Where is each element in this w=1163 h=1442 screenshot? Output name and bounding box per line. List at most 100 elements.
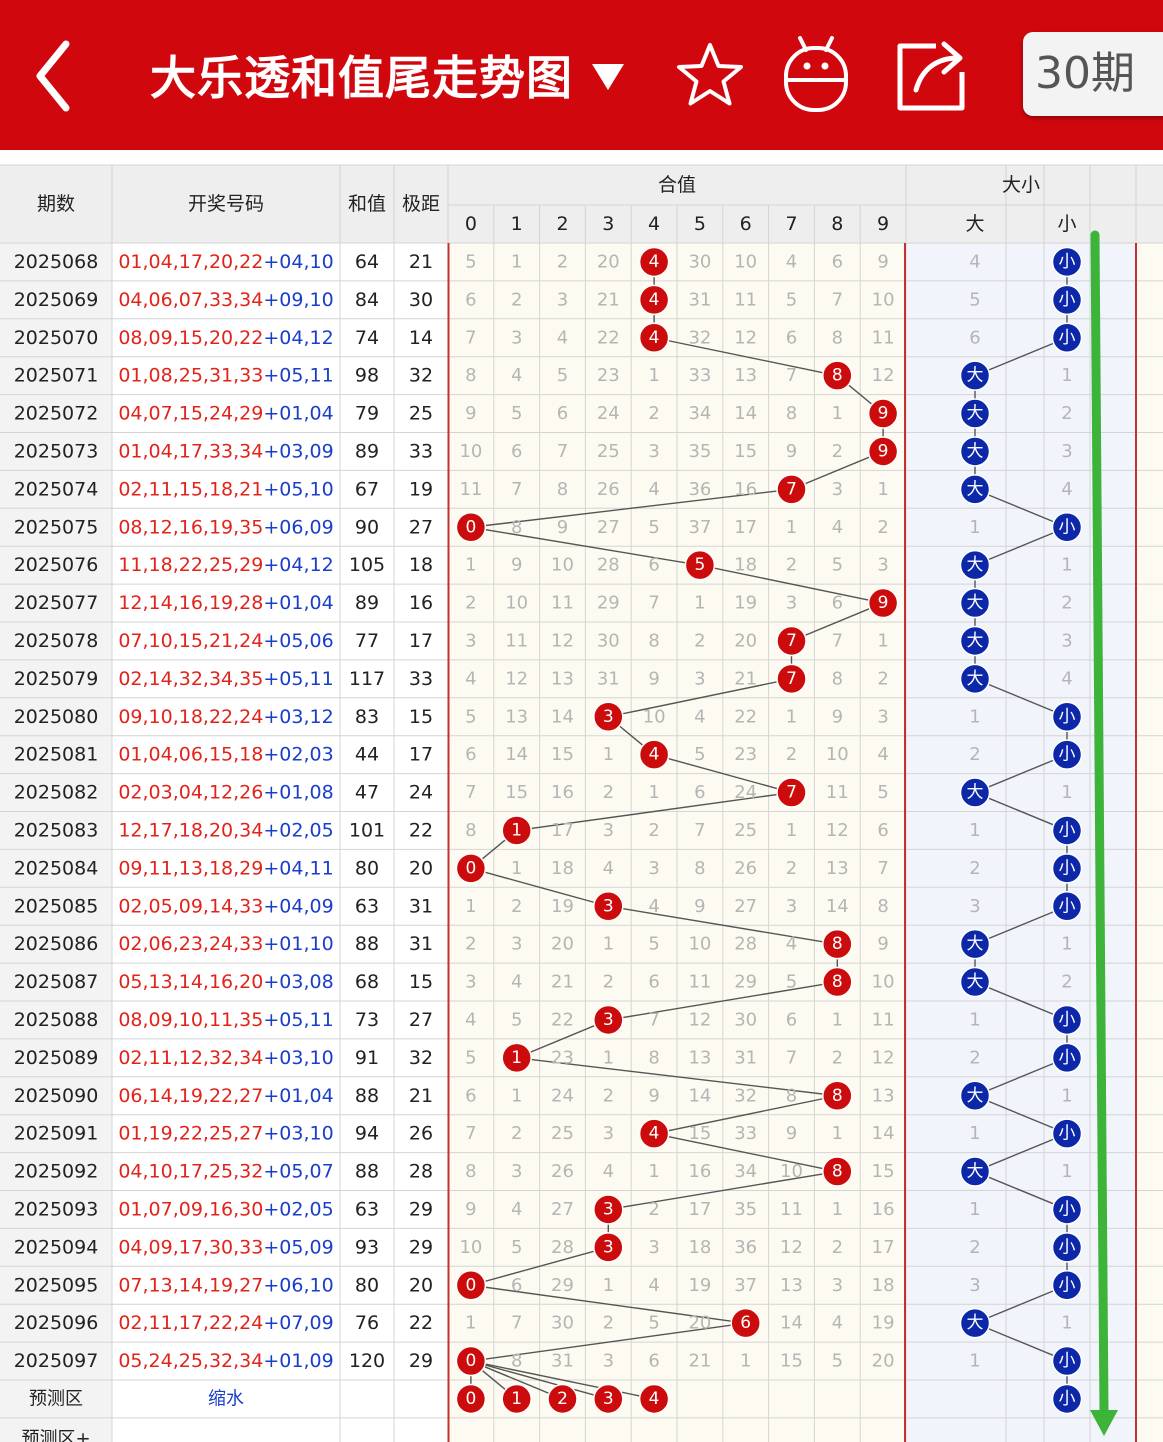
tail-miss-value: 31 bbox=[597, 668, 620, 689]
tail-miss-value: 31 bbox=[551, 1351, 574, 1372]
sum-cell: 101 bbox=[349, 819, 385, 841]
tail-miss-value: 7 bbox=[832, 630, 843, 651]
tail-miss-value: 25 bbox=[597, 441, 620, 462]
back-numbers: +04,12 bbox=[263, 327, 333, 349]
range-cell: 33 bbox=[409, 440, 433, 462]
tail-miss-value: 14 bbox=[688, 1085, 711, 1106]
size-big: 大 bbox=[967, 404, 984, 424]
tail-miss-value: 1 bbox=[832, 1199, 843, 1220]
tail-miss-value: 5 bbox=[465, 706, 476, 727]
tail-hit: 0 bbox=[465, 517, 476, 537]
tail-miss-value: 7 bbox=[465, 327, 476, 348]
trend-table: 期数 开奖号码 和值 极距合值 大小0 1 2 3 4 5 6 7 8 9 大小2025068 01,04,1… bbox=[0, 164, 1163, 1442]
tail-miss-value: 8 bbox=[511, 1351, 522, 1372]
tail-miss-value: 20 bbox=[872, 1351, 895, 1372]
tail-miss-value: 15 bbox=[872, 1161, 895, 1182]
tail-miss-value: 2 bbox=[832, 1237, 843, 1258]
tail-miss-value: 5 bbox=[511, 1237, 522, 1258]
tail-miss-value: 26 bbox=[551, 1161, 574, 1182]
tail-miss-value: 3 bbox=[511, 1161, 522, 1182]
sum-cell: 89 bbox=[355, 440, 379, 462]
tail-miss-value: 30 bbox=[551, 1313, 574, 1334]
size-big: 大 bbox=[967, 1162, 984, 1182]
draw-numbers-cell: 01,19,22,25,27+03,10 bbox=[118, 1123, 333, 1145]
tail-hit: 7 bbox=[786, 783, 797, 803]
size-big: 大 bbox=[967, 366, 984, 386]
tail-miss-value: 1 bbox=[832, 403, 843, 424]
draw-numbers-cell: 09,10,18,22,24+03,12 bbox=[118, 706, 333, 728]
tail-miss-value: 3 bbox=[648, 858, 659, 879]
range-cell: 25 bbox=[409, 403, 433, 425]
front-numbers: 02,14,32,34,35 bbox=[118, 668, 263, 690]
tail-miss-value: 10 bbox=[688, 934, 711, 955]
tail-miss-value: 1 bbox=[648, 1161, 659, 1182]
tail-miss-value: 10 bbox=[734, 251, 757, 272]
tail-miss-value: 1 bbox=[740, 1351, 751, 1372]
sum-cell: 84 bbox=[355, 289, 379, 311]
draw-numbers-cell: 01,04,17,20,22+04,10 bbox=[118, 251, 333, 273]
back-numbers: +01,04 bbox=[263, 592, 333, 614]
tail-hit: 3 bbox=[603, 1010, 614, 1030]
size-miss-value: 1 bbox=[969, 1199, 980, 1220]
sum-cell: 117 bbox=[349, 668, 385, 690]
column-header-tail-3: 3 bbox=[602, 213, 614, 235]
tail-miss-value: 9 bbox=[786, 1123, 797, 1144]
back-numbers: +01,09 bbox=[263, 1350, 333, 1372]
tail-miss-value: 9 bbox=[877, 251, 888, 272]
tail-miss-value: 13 bbox=[826, 858, 849, 879]
tail-miss-value: 31 bbox=[688, 289, 711, 310]
back-numbers: +09,10 bbox=[263, 289, 333, 311]
tail-hit: 4 bbox=[649, 745, 660, 765]
range-cell: 17 bbox=[409, 630, 433, 652]
tail-miss-value: 4 bbox=[786, 934, 797, 955]
tail-miss-value: 3 bbox=[603, 1351, 614, 1372]
draw-numbers-cell: 04,06,07,33,34+09,10 bbox=[118, 289, 333, 311]
tail-miss-value: 14 bbox=[551, 706, 574, 727]
tail-miss-value: 19 bbox=[734, 593, 757, 614]
sum-cell: 80 bbox=[355, 857, 379, 879]
tail-miss-value: 36 bbox=[734, 1237, 757, 1258]
tail-miss-value: 1 bbox=[786, 706, 797, 727]
size-miss-value: 1 bbox=[969, 1009, 980, 1030]
tail-miss-value: 6 bbox=[465, 744, 476, 765]
draw-numbers-cell: 01,04,06,15,18+02,03 bbox=[118, 744, 333, 766]
sum-cell: 73 bbox=[355, 1009, 379, 1031]
front-numbers: 04,06,07,33,34 bbox=[118, 289, 263, 311]
back-numbers: +01,04 bbox=[263, 403, 333, 425]
tail-miss-value: 14 bbox=[505, 744, 528, 765]
tail-miss-value: 4 bbox=[648, 896, 659, 917]
front-numbers: 08,12,16,19,35 bbox=[118, 516, 263, 538]
tail-miss-value: 1 bbox=[603, 744, 614, 765]
tail-miss-value: 11 bbox=[780, 1199, 803, 1220]
shrink-link[interactable]: 缩水 bbox=[208, 1388, 244, 1409]
tail-miss-value: 3 bbox=[877, 555, 888, 576]
tail-miss-value: 1 bbox=[465, 1313, 476, 1334]
sum-cell: 88 bbox=[355, 933, 379, 955]
tail-hit: 8 bbox=[832, 934, 843, 954]
sum-cell: 79 bbox=[355, 403, 379, 425]
back-numbers: +03,08 bbox=[263, 971, 333, 993]
tail-hit: 8 bbox=[832, 1086, 843, 1106]
tail-miss-value: 8 bbox=[465, 1161, 476, 1182]
forecast-tail-pick: 0 bbox=[465, 1389, 476, 1409]
tail-miss-value: 9 bbox=[648, 668, 659, 689]
tail-miss-value: 6 bbox=[786, 327, 797, 348]
size-small: 小 bbox=[1059, 1199, 1076, 1219]
tail-miss-value: 11 bbox=[505, 630, 528, 651]
tail-miss-value: 35 bbox=[688, 441, 711, 462]
size-small: 小 bbox=[1059, 517, 1076, 537]
period-cell: 2025087 bbox=[14, 971, 99, 993]
period-cell: 2025090 bbox=[14, 1085, 99, 1107]
tail-hit: 0 bbox=[465, 1351, 476, 1371]
tail-miss-value: 8 bbox=[694, 858, 705, 879]
size-small: 小 bbox=[1059, 290, 1076, 310]
period-cell: 2025073 bbox=[14, 440, 99, 462]
back-numbers: +04,10 bbox=[263, 251, 333, 273]
tail-miss-value: 7 bbox=[786, 1047, 797, 1068]
column-header-tail-6: 6 bbox=[740, 213, 752, 235]
tail-miss-value: 23 bbox=[551, 1047, 574, 1068]
extra-area-background bbox=[1136, 243, 1163, 1442]
tail-miss-value: 17 bbox=[551, 820, 574, 841]
sum-cell: 80 bbox=[355, 1274, 379, 1296]
column-header-tail-4: 4 bbox=[648, 213, 660, 235]
